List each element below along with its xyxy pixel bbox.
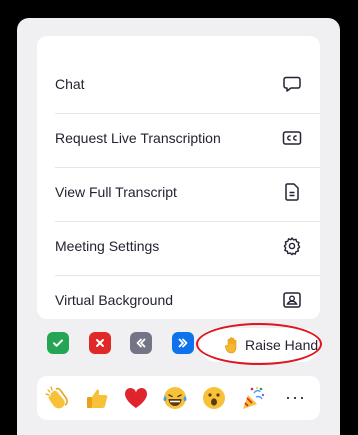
- rewind-icon: [136, 338, 146, 348]
- menu-item-label: Virtual Background: [55, 292, 174, 308]
- menu-item-meeting-settings[interactable]: Meeting Settings: [37, 220, 320, 272]
- menu-item-label: Request Live Transcription: [55, 130, 221, 146]
- options-menu: Chat Request Live Transcription View Ful…: [37, 36, 320, 319]
- document-icon: [285, 183, 299, 201]
- menu-item-view-full-transcript[interactable]: View Full Transcript: [37, 166, 320, 218]
- yes-button[interactable]: [47, 332, 69, 354]
- annotation-highlight-ring: [196, 323, 322, 365]
- closed-caption-icon: [282, 131, 302, 145]
- open-mouth-emoji[interactable]: [201, 385, 227, 411]
- virtual-background-icon: [283, 292, 301, 308]
- slow-down-button[interactable]: [130, 332, 152, 354]
- red-heart-emoji[interactable]: [123, 385, 149, 411]
- menu-item-virtual-background[interactable]: Virtual Background: [37, 274, 320, 326]
- no-button[interactable]: [89, 332, 111, 354]
- fast-forward-icon: [178, 338, 188, 348]
- more-options-sheet: Chat Request Live Transcription View Ful…: [17, 18, 340, 435]
- x-icon: [96, 339, 104, 347]
- reactions-row: ···: [37, 376, 320, 420]
- menu-item-request-live-transcription[interactable]: Request Live Transcription: [37, 112, 320, 164]
- gear-icon: [283, 237, 301, 256]
- chat-bubble-icon: [283, 76, 301, 92]
- speed-up-button[interactable]: [172, 332, 194, 354]
- menu-item-label: View Full Transcript: [55, 184, 177, 200]
- party-popper-emoji[interactable]: [240, 385, 266, 411]
- checkmark-icon: [53, 339, 63, 347]
- clapping-hands-emoji[interactable]: [45, 385, 71, 411]
- menu-item-chat[interactable]: Chat: [37, 58, 320, 110]
- tears-of-joy-emoji[interactable]: [162, 385, 188, 411]
- menu-item-label: Chat: [55, 76, 85, 92]
- thumbs-up-emoji[interactable]: [84, 385, 110, 411]
- menu-item-label: Meeting Settings: [55, 238, 160, 254]
- nonverbal-feedback-row: Raise Hand: [17, 320, 340, 370]
- more-reactions-button[interactable]: ···: [285, 388, 306, 406]
